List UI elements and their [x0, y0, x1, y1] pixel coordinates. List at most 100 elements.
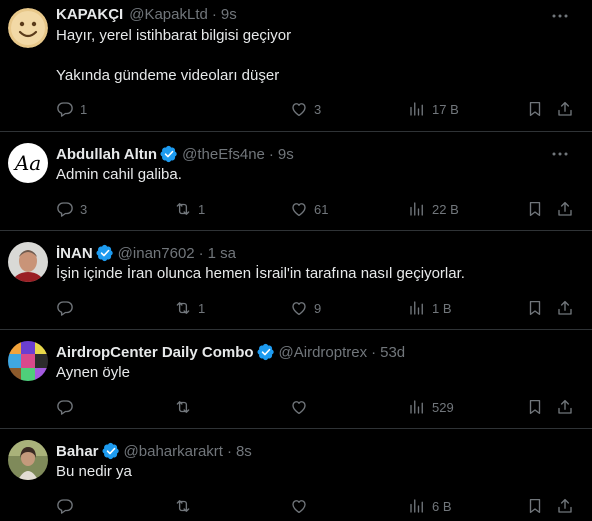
tweet-text-line: Admin cahil galiba.	[56, 166, 182, 183]
like-button[interactable]: 61	[290, 199, 328, 219]
tweet[interactable]: Bahar @baharkarakrt · 8s Bu nedir ya 6 B	[0, 429, 592, 521]
retweet-button[interactable]	[174, 99, 180, 119]
handle[interactable]: @Airdroptrex	[279, 344, 368, 361]
retweet-button[interactable]: 1	[174, 298, 205, 318]
view-count: 529	[432, 399, 454, 415]
views-button[interactable]: 1 B	[408, 298, 452, 318]
reply-button[interactable]: 1	[56, 99, 87, 119]
separator-dot: ·	[371, 343, 377, 361]
tweet[interactable]: KAPAKÇI @KapakLtd · 9s Hayır, yerel isti…	[0, 0, 592, 132]
reply-button[interactable]	[56, 496, 80, 516]
retweet-button[interactable]: 1	[174, 199, 205, 219]
display-name[interactable]: İNAN	[56, 245, 93, 262]
share-icon	[558, 399, 572, 414]
like-count: 3	[314, 101, 322, 117]
timestamp[interactable]: 1 sa	[208, 245, 236, 262]
action-bar: 6 B	[56, 496, 576, 516]
like-button[interactable]	[290, 397, 314, 417]
woman-photo-avatar[interactable]	[8, 440, 48, 480]
share-button[interactable]	[556, 496, 574, 516]
timestamp[interactable]: 9s	[278, 146, 294, 163]
handle[interactable]: @KapakLtd	[129, 6, 208, 23]
reply-count: 3	[80, 201, 88, 217]
display-name[interactable]: Abdullah Altın	[56, 146, 157, 163]
display-name[interactable]: KAPAKÇI	[56, 6, 123, 23]
bookmark-icon	[529, 498, 541, 514]
separator-dot: ·	[268, 145, 274, 163]
retweet-count: 1	[198, 300, 206, 316]
timestamp[interactable]: 53d	[380, 344, 405, 361]
handle[interactable]: @baharkarakrt	[124, 443, 223, 460]
like-button[interactable]: 3	[290, 99, 321, 119]
retweet-icon	[176, 500, 190, 512]
more-icon[interactable]	[550, 144, 570, 164]
reply-icon	[57, 102, 73, 117]
verified-badge-icon	[102, 442, 120, 460]
tweet[interactable]: Aa Abdullah Altın @theEfs4ne · 9s Admin …	[0, 132, 592, 231]
view-count: 1 B	[432, 300, 452, 316]
tweet-text: Aynen öyle	[56, 363, 130, 383]
views-button[interactable]: 17 B	[408, 99, 459, 119]
like-button[interactable]	[290, 496, 314, 516]
bookmark-button[interactable]	[526, 99, 544, 119]
share-icon	[558, 300, 572, 315]
display-name[interactable]: Bahar	[56, 443, 99, 460]
verified-badge-icon	[96, 244, 114, 262]
views-icon	[410, 499, 423, 513]
timestamp[interactable]: 9s	[221, 6, 237, 23]
bookmark-icon	[529, 101, 541, 117]
share-button[interactable]	[556, 99, 574, 119]
reply-icon	[57, 301, 73, 316]
display-name[interactable]: AirdropCenter Daily Combo	[56, 344, 254, 361]
share-button[interactable]	[556, 199, 574, 219]
heart-icon	[292, 401, 306, 415]
views-button[interactable]: 6 B	[408, 496, 452, 516]
views-icon	[410, 301, 423, 315]
like-button[interactable]: 9	[290, 298, 321, 318]
bookmark-button[interactable]	[526, 496, 544, 516]
bookmark-button[interactable]	[526, 397, 544, 417]
reply-button[interactable]	[56, 397, 80, 417]
retweet-button[interactable]	[174, 496, 198, 516]
handle[interactable]: @theEfs4ne	[182, 146, 265, 163]
views-button[interactable]: 529	[408, 397, 454, 417]
like-count: 61	[314, 201, 329, 217]
retweet-button[interactable]	[174, 397, 198, 417]
reply-count: 1	[80, 101, 88, 117]
tweet-text-line: Bu nedir ya	[56, 463, 132, 480]
action-bar: 1 9 1 B	[56, 298, 576, 318]
tweet-header: Bahar @baharkarakrt · 8s	[56, 441, 252, 461]
crypto-collage-avatar[interactable]	[8, 341, 48, 381]
views-button[interactable]: 22 B	[408, 199, 459, 219]
views-icon	[410, 102, 423, 116]
share-button[interactable]	[556, 397, 574, 417]
retweet-icon	[176, 401, 190, 413]
smiley-face-avatar[interactable]	[8, 8, 48, 48]
avatar[interactable]: Aa	[8, 143, 48, 183]
handle[interactable]: @inan7602	[118, 245, 195, 262]
tweet-text: İşin içinde İran olunca hemen İsrail'in …	[56, 264, 465, 284]
more-icon[interactable]	[550, 6, 570, 26]
tweet-header: KAPAKÇI @KapakLtd · 9s	[56, 4, 237, 24]
bookmark-icon	[529, 300, 541, 316]
share-icon	[558, 498, 572, 513]
bookmark-button[interactable]	[526, 298, 544, 318]
bookmark-button[interactable]	[526, 199, 544, 219]
tweet[interactable]: İNAN @inan7602 · 1 sa İşin içinde İran o…	[0, 231, 592, 330]
tweet-header: İNAN @inan7602 · 1 sa	[56, 243, 236, 263]
reply-button[interactable]: 3	[56, 199, 87, 219]
reply-button[interactable]	[56, 298, 80, 318]
separator-dot: ·	[198, 244, 204, 262]
share-button[interactable]	[556, 298, 574, 318]
tweet-text: Hayır, yerel istihbarat bilgisi geçiyor …	[56, 26, 291, 86]
timestamp[interactable]: 8s	[236, 443, 252, 460]
tweet-text-line: Hayır, yerel istihbarat bilgisi geçiyor	[56, 27, 292, 44]
share-icon	[558, 201, 572, 216]
views-icon	[410, 202, 423, 216]
tweet-header: Abdullah Altın @theEfs4ne · 9s	[56, 144, 294, 164]
view-count: 17 B	[432, 101, 459, 117]
person-photo-avatar[interactable]	[8, 242, 48, 282]
action-bar: 3 1 61 22 B	[56, 199, 576, 219]
tweet[interactable]: AirdropCenter Daily Combo @Airdroptrex ·…	[0, 330, 592, 429]
view-count: 6 B	[432, 498, 452, 514]
